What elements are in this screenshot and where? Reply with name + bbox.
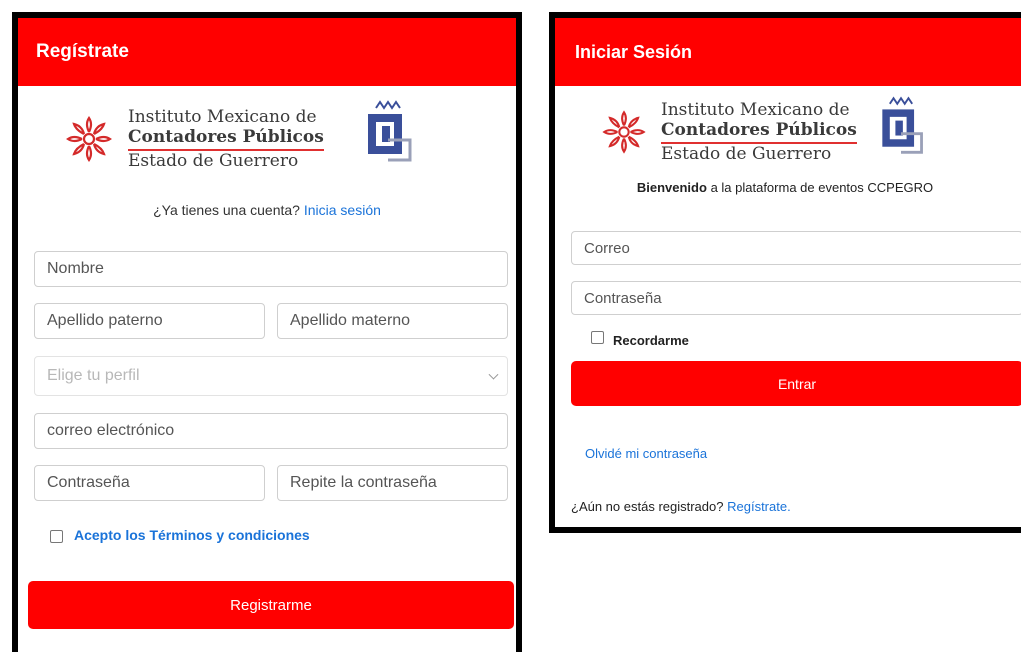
state-emblem-icon <box>368 100 412 162</box>
imcp-flower-icon <box>66 116 112 162</box>
login-panel: Iniciar Sesión Instituto Mexicano de Con… <box>549 12 1021 533</box>
register-link[interactable]: Regístrate. <box>727 499 791 514</box>
welcome-text: Bienvenido a la plataforma de eventos CC… <box>636 180 934 195</box>
login-button[interactable]: Entrar <box>571 361 1021 406</box>
logo-line2: Contadores Públicos <box>661 120 857 144</box>
paternal-surname-input[interactable]: Apellido paterno <box>34 303 265 339</box>
have-account-row: ¿Ya tienes una cuenta? Inicia sesión <box>153 202 381 218</box>
login-link[interactable]: Inicia sesión <box>304 202 381 218</box>
logo-line1: Instituto Mexicano de <box>661 100 850 120</box>
login-title: Iniciar Sesión <box>575 41 693 62</box>
forgot-password-link[interactable]: Olvidé mi contraseña <box>585 446 707 461</box>
profile-select-value: Elige tu perfil <box>47 367 140 384</box>
register-panel: Regístrate Instituto Mexicano de Contado… <box>12 12 522 652</box>
repeat-password-input[interactable]: Repite la contraseña <box>277 465 508 501</box>
logo-line3: Estado de Guerrero <box>128 150 299 171</box>
profile-select[interactable]: Elige tu perfil <box>34 356 508 396</box>
email-input[interactable]: correo electrónico <box>34 413 508 449</box>
logo-line2: Contadores Públicos <box>128 127 324 151</box>
remember-label: Recordarme <box>613 333 689 348</box>
terms-checkbox[interactable] <box>50 530 63 543</box>
imcp-logo: Instituto Mexicano de Contadores Público… <box>56 106 324 172</box>
name-input[interactable]: Nombre <box>34 251 508 287</box>
logo-line3: Estado de Guerrero <box>661 143 832 164</box>
terms-link[interactable]: Acepto los Términos y condiciones <box>74 527 310 543</box>
imcp-flower-icon <box>602 110 646 154</box>
login-password-input[interactable]: Contraseña <box>571 281 1021 315</box>
remember-checkbox[interactable] <box>591 331 604 344</box>
login-header: Iniciar Sesión <box>555 18 1021 86</box>
imcp-logo: Instituto Mexicano de Contadores Público… <box>593 100 857 164</box>
login-email-input[interactable]: Correo <box>571 231 1021 265</box>
state-emblem-icon <box>882 96 923 154</box>
register-header: Regístrate <box>18 18 516 86</box>
register-button[interactable]: Registrarme <box>28 581 514 629</box>
logo-line1: Instituto Mexicano de <box>128 106 317 127</box>
chevron-down-icon <box>488 369 499 380</box>
not-registered-row: ¿Aún no estás registrado? Regístrate. <box>571 499 791 514</box>
register-title: Regístrate <box>36 41 129 62</box>
maternal-surname-input[interactable]: Apellido materno <box>277 303 508 339</box>
password-input[interactable]: Contraseña <box>34 465 265 501</box>
